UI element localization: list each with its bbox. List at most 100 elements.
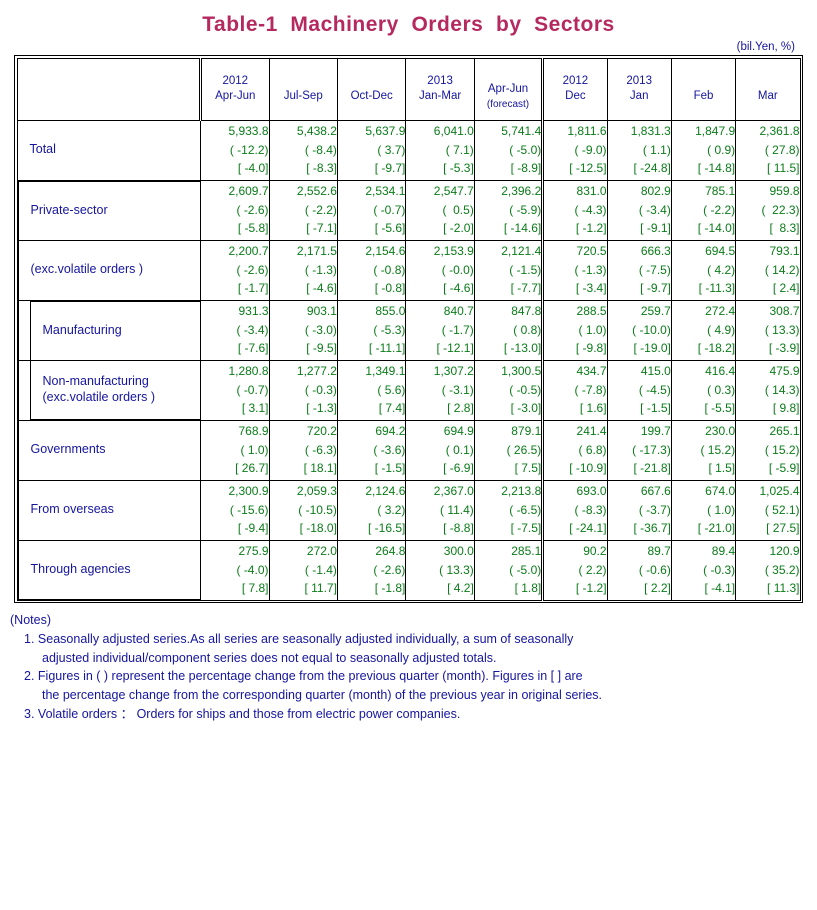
- row-label-text: Through agencies: [19, 562, 131, 578]
- cell-qoq-change: ( 14.2): [764, 262, 800, 277]
- cell-level-value: 89.4: [711, 544, 736, 559]
- cell-level-value: 802.9: [640, 184, 671, 199]
- data-cell: 89.4 ( -0.3) [ -4.1]: [670, 539, 737, 601]
- cell-level-value: 285.1: [511, 544, 542, 559]
- row-label-text: Private-sector: [19, 203, 108, 219]
- cell-yoy-change: [ -12.1]: [436, 341, 474, 356]
- row-label-cell: Governments: [16, 419, 202, 481]
- cell-yoy-change: [ 7.8]: [241, 581, 269, 596]
- table-row: (exc.volatile orders ) 2,200.7 ( -2.6) [ -1…: [16, 239, 801, 301]
- header-blank-cell: [16, 57, 203, 121]
- cell-level-value: 674.0: [705, 484, 736, 499]
- cell-yoy-change: [ -0.8]: [374, 281, 406, 296]
- header-period: Dec: [565, 89, 586, 102]
- cell-qoq-change: ( -1.5): [509, 262, 542, 277]
- indent-group-level1: (exc.volatile orders ): [17, 240, 201, 300]
- data-cell: 1,280.8 ( -0.7) [ 3.1]: [200, 359, 270, 421]
- indent-group-level1: Manufacturing: [17, 300, 201, 360]
- cell-qoq-change: ( -0.3): [304, 382, 337, 397]
- note-text-cont: the percentage change from the correspon…: [42, 688, 603, 702]
- header-period: Apr-Jun: [487, 82, 529, 95]
- cell-level-value: 2,552.6: [296, 184, 337, 199]
- header-col-8: Mar: [735, 57, 801, 121]
- cell-level-value: 265.1: [769, 424, 800, 439]
- cell-level-value: 5,741.4: [501, 124, 542, 139]
- cell-yoy-change: [ 27.5]: [766, 521, 800, 536]
- cell-yoy-change: [ -7.7]: [510, 281, 542, 296]
- data-cell: 2,213.8 ( -6.5) [ -7.5]: [473, 479, 544, 541]
- cell-qoq-change: ( 26.5): [506, 442, 542, 457]
- header-period: Oct-Dec: [350, 89, 393, 102]
- cell-qoq-change: ( -17.3): [632, 442, 671, 457]
- header-year: 2012: [222, 74, 249, 87]
- cell-qoq-change: ( -12.2): [229, 142, 269, 157]
- cell-qoq-change: ( -2.2): [703, 202, 736, 217]
- cell-level-value: 720.5: [576, 244, 607, 259]
- cell-yoy-change: [ -24.1]: [569, 521, 607, 536]
- cell-yoy-change: [ 26.7]: [235, 461, 269, 476]
- cell-level-value: 2,171.5: [296, 244, 337, 259]
- row-label-line: Governments: [30, 442, 106, 457]
- cell-qoq-change: ( 1.0): [578, 322, 607, 337]
- cell-level-value: 720.2: [306, 424, 337, 439]
- data-cell: 847.8 ( 0.8) [ -13.0]: [473, 299, 544, 361]
- data-cell: 90.2 ( 2.2) [ -1.2]: [541, 539, 608, 601]
- cell-level-value: 666.3: [640, 244, 671, 259]
- header-year: 2013: [626, 74, 652, 87]
- cell-yoy-change: [ 18.1]: [303, 461, 337, 476]
- cell-qoq-change: ( 0.3): [707, 382, 736, 397]
- cell-qoq-change: ( -5.0): [509, 562, 542, 577]
- cell-level-value: 694.9: [443, 424, 474, 439]
- cell-level-value: 272.0: [306, 544, 337, 559]
- cell-qoq-change: ( 2.2): [578, 562, 607, 577]
- cell-level-value: 475.9: [769, 364, 800, 379]
- data-cell: 855.0 ( -5.3) [ -11.1]: [336, 299, 407, 361]
- cell-yoy-change: [ 7.4]: [378, 401, 406, 416]
- cell-yoy-change: [ -7.5]: [510, 521, 542, 536]
- cell-yoy-change: [ -14.0]: [697, 221, 736, 236]
- cell-level-value: 1,025.4: [759, 484, 800, 499]
- data-cell: 694.5 ( 4.2) [ -11.3]: [670, 239, 737, 301]
- note-text-cont: adjusted individual/component series doe…: [42, 650, 497, 665]
- unit-label: (bil.Yen, %): [736, 41, 795, 53]
- cell-qoq-change: ( -8.3): [574, 502, 607, 517]
- cell-yoy-change: [ 1.8]: [514, 581, 542, 596]
- cell-yoy-change: [ -1.8]: [374, 581, 406, 596]
- data-cell: 2,609.7 ( -2.6) [ -5.8]: [200, 179, 270, 241]
- cell-level-value: 308.7: [769, 304, 800, 319]
- data-cell: 1,811.6 ( -9.0) [ -12.5]: [541, 119, 608, 181]
- data-cell: 2,171.5 ( -1.3) [ -4.6]: [268, 239, 338, 301]
- cell-level-value: 2,367.0: [433, 484, 474, 499]
- data-cell: 416.4 ( 0.3) [ -5.5]: [670, 359, 737, 421]
- note-number: 2.: [24, 669, 35, 684]
- cell-level-value: 90.2: [583, 544, 607, 559]
- data-cell: 840.7 ( -1.7) [ -12.1]: [405, 299, 475, 361]
- data-cell: 2,124.6 ( 3.2) [ -16.5]: [336, 479, 407, 541]
- data-cell: 674.0 ( 1.0) [ -21.0]: [670, 479, 737, 541]
- data-cell: 2,396.2 ( -5.9) [ -14.6]: [473, 179, 544, 241]
- cell-level-value: 1,277.2: [296, 364, 337, 379]
- cell-yoy-change: [ -11.1]: [368, 341, 406, 356]
- header-year: [475, 67, 541, 82]
- data-cell: 5,438.2 ( -8.4) [ -8.3]: [268, 119, 338, 181]
- cell-yoy-change: [ -1.5]: [640, 401, 671, 416]
- cell-yoy-change: [ -8.3]: [306, 161, 337, 176]
- cell-level-value: 855.0: [375, 304, 406, 319]
- cell-level-value: 434.7: [576, 364, 607, 379]
- indent-group-level1: Governments: [17, 420, 201, 480]
- data-cell: 2,547.7 ( 0.5) [ -2.0]: [405, 179, 475, 241]
- row-label-text: (exc.volatile orders ): [19, 262, 144, 278]
- cell-yoy-change: [ -9.8]: [575, 341, 607, 356]
- cell-yoy-change: [ -4.6]: [306, 281, 337, 296]
- indent-group-level1: Private-sector: [17, 180, 201, 240]
- note-text: Seasonally adjusted series.As all series…: [37, 631, 574, 646]
- cell-level-value: 2,213.8: [501, 484, 542, 499]
- row-label-cell: Through agencies: [16, 539, 202, 601]
- cell-qoq-change: ( -10.0): [632, 322, 671, 337]
- note-text: Volatile orders ： Orders for ships and t…: [37, 706, 461, 721]
- data-cell: 199.7 ( -17.3) [ -21.8]: [606, 419, 672, 481]
- cell-level-value: 931.3: [238, 304, 269, 319]
- header-col-3: 2013 Jan-Mar: [405, 57, 475, 121]
- cell-qoq-change: ( -9.0): [574, 142, 607, 157]
- cell-qoq-change: ( 15.2): [764, 442, 800, 457]
